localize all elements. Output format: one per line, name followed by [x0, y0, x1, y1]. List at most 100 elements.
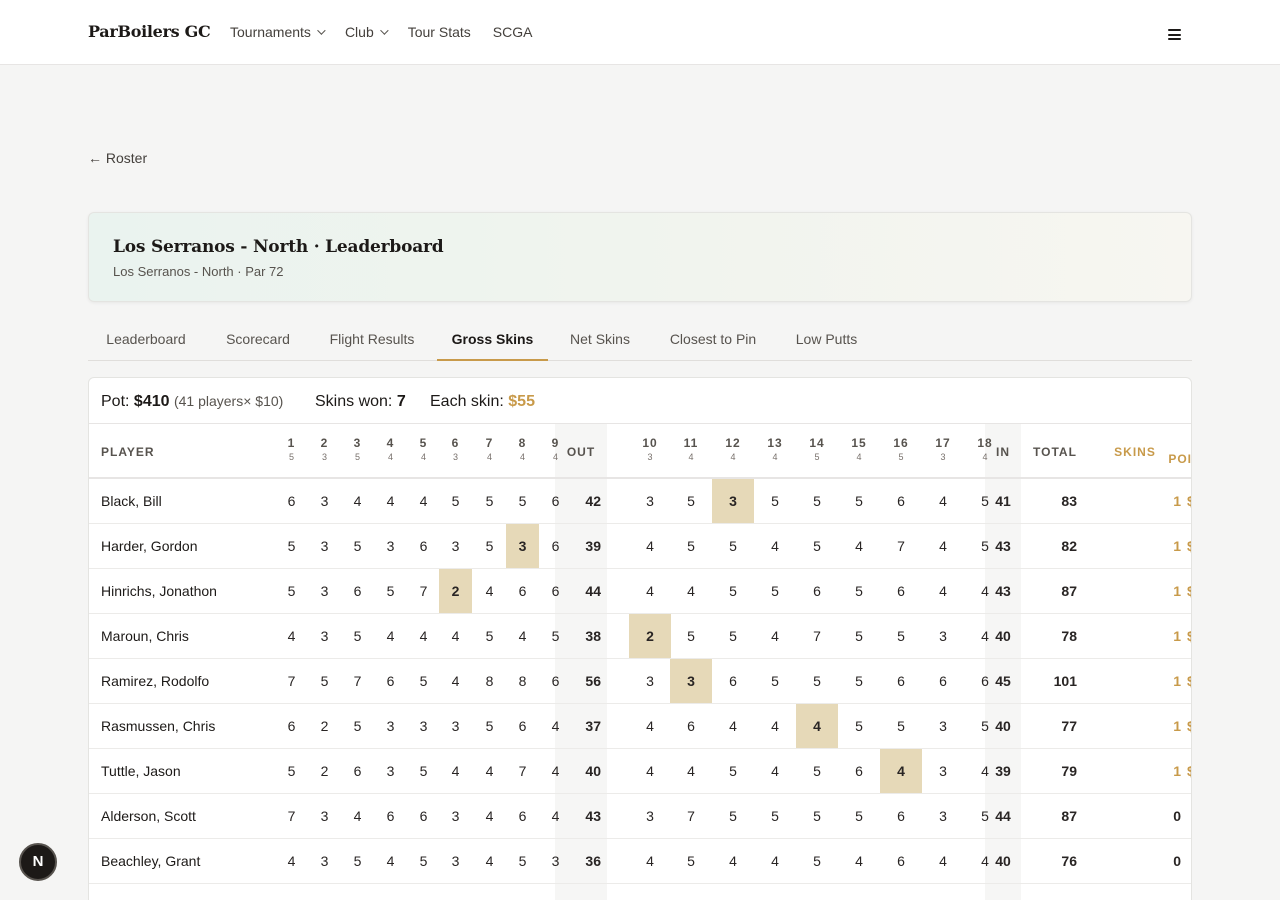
hole-par: 4	[387, 452, 393, 462]
score-cell: 7	[687, 808, 695, 824]
table-row[interactable]: Alderson, Scott 7 3 4 6 6 3 4 6 4 3 7 5 5 5 5 6 3 5 43 44 87 0	[89, 794, 1191, 839]
in-score: 40	[995, 628, 1011, 644]
tab-scorecard[interactable]: Scorecard	[224, 318, 292, 361]
score-cell: 4	[451, 673, 460, 689]
score-cell: 3	[320, 493, 329, 509]
hole-number: 3	[353, 436, 362, 450]
hole-number: 2	[320, 436, 329, 450]
hole-number: 14	[809, 436, 825, 450]
score-cell: 6	[518, 583, 527, 599]
in-score: 45	[995, 673, 1011, 689]
score-cell: 3	[386, 763, 395, 779]
skin-score-cell: 3	[712, 479, 754, 523]
player-name[interactable]: Alderson, Scott	[101, 794, 196, 838]
score-cell: 4	[771, 628, 779, 644]
score-cell: 7	[518, 763, 527, 779]
score-cell: 3	[646, 493, 654, 509]
score-cell: 3	[646, 808, 654, 824]
hole-header: 23	[308, 436, 341, 462]
out-score: 40	[585, 763, 601, 779]
table-row[interactable]: Hinrichs, Jonathon 5 3 6 5 7 2 4 6 6 4 4 5 5 6 5 6 4 4 44 43…	[89, 569, 1191, 614]
hole-par: 3	[321, 452, 327, 462]
score-cell: 6	[939, 673, 947, 689]
player-name[interactable]: Ramirez, Rodolfo	[101, 659, 209, 703]
table-row[interactable]: Black, Bill6344455563535556454241831$	[89, 479, 1191, 524]
points-value: $	[1187, 479, 1191, 523]
score-cell: 4	[855, 853, 863, 869]
skins-summary: Pot: $410 (41 players× $10) Skins won: 7…	[89, 378, 1191, 424]
back-to-roster-link[interactable]: ← Roster	[88, 150, 147, 166]
tab-gross-skins[interactable]: Gross Skins	[437, 318, 548, 361]
hamburger-menu-icon[interactable]	[1168, 29, 1181, 40]
score-cell: 4	[485, 763, 494, 779]
hole-number: 15	[851, 436, 867, 450]
player-name[interactable]: Tuttle, Jason	[101, 749, 181, 793]
nav-tournaments[interactable]: Tournaments	[230, 24, 326, 40]
tab-closest-to-pin[interactable]: Closest to Pin	[668, 318, 758, 361]
nav-club[interactable]: Club	[345, 24, 389, 40]
skins-count: 0	[1173, 853, 1181, 869]
score-cell: 3	[320, 538, 329, 554]
hole-header: 15 4	[838, 436, 880, 462]
hole-header: 35	[341, 436, 374, 462]
score-cell: 7	[897, 538, 905, 554]
points-value	[1187, 794, 1191, 838]
hole-par: 4	[688, 452, 694, 462]
score-cell: 5	[855, 808, 863, 824]
points-value: $	[1187, 704, 1191, 748]
score-cell: 4	[771, 538, 779, 554]
score-cell: 5	[855, 628, 863, 644]
score-cell: 5	[855, 673, 863, 689]
score-cell: 5	[813, 763, 821, 779]
hole-header: 16 5	[880, 436, 922, 462]
score-cell: 3	[939, 763, 947, 779]
hole-par: 5	[814, 452, 820, 462]
score-cell: 3	[386, 718, 395, 734]
score-cell: 6	[897, 808, 905, 824]
brand-logo-text[interactable]: ParBoilers GC	[88, 22, 211, 41]
score-cell: 5	[771, 673, 779, 689]
table-row[interactable]: Beachley, Grant 4 3 5 4 5 3 4 5 3 4 5 4 4 5 4 6 4 4 36 40 76 0	[89, 839, 1191, 884]
tab-flight-results[interactable]: Flight Results	[328, 318, 416, 361]
hole-par: 5	[898, 452, 904, 462]
dev-tools-badge[interactable]: N	[19, 843, 57, 881]
player-name[interactable]: Rasmussen, Chris	[101, 704, 215, 748]
score-cell: 4	[646, 718, 654, 734]
hole-header: 10 3	[629, 436, 671, 462]
menu-line	[1168, 38, 1181, 40]
score-cell: 4	[419, 628, 428, 644]
hole-number: 17	[935, 436, 951, 450]
score-cell: 6	[897, 583, 905, 599]
score-cell: 6	[353, 583, 362, 599]
nav-scga[interactable]: SCGA	[493, 24, 533, 40]
in-score: 40	[995, 718, 1011, 734]
table-row[interactable]: Tuttle, Jason5263544744454564344039791$	[89, 749, 1191, 794]
player-name[interactable]: Black, Bill	[101, 479, 162, 523]
score-cell: 6	[518, 808, 527, 824]
tab-low-putts[interactable]: Low Putts	[794, 318, 859, 361]
out-score: 36	[585, 853, 601, 869]
out-column-header: OUT	[566, 445, 596, 459]
tab-net-skins[interactable]: Net Skins	[568, 318, 632, 361]
table-row[interactable]: Harder, Gordon5353635364554547453943821$	[89, 524, 1191, 569]
score-cell: 4	[729, 853, 737, 869]
player-name[interactable]: Harder, Gordon	[101, 524, 198, 568]
score-cell: 5	[485, 628, 494, 644]
skin-score-cell: 4	[880, 749, 922, 793]
table-row[interactable]: Maroun, Chris4354445452554755343840781$	[89, 614, 1191, 659]
score-cell: 5	[687, 853, 695, 869]
score-cell: 4	[485, 583, 494, 599]
player-name[interactable]: Beachley, Grant	[101, 839, 200, 883]
table-row[interactable]: Rasmussen, Chris 6 2 5 3 3 3 5 6 4 4 6 4 4 4 5 5 3 5 37 40 77…	[89, 704, 1191, 749]
score-cell: 5	[771, 493, 779, 509]
tab-leaderboard[interactable]: Leaderboard	[104, 318, 188, 361]
score-cell: 5	[813, 673, 821, 689]
hole-number: 5	[419, 436, 428, 450]
score-cell: 3	[320, 583, 329, 599]
nav-tour-stats[interactable]: Tour Stats	[408, 24, 471, 40]
player-name[interactable]: Maroun, Chris	[101, 614, 189, 658]
score-cell: 5	[771, 808, 779, 824]
player-name[interactable]: Hinrichs, Jonathon	[101, 569, 217, 613]
score-cell: 5	[687, 538, 695, 554]
table-row[interactable]: Ramirez, Rodolfo 7 5 7 6 5 4 8 8 6 3 3 6 5 5 5 6 6 6 56 45 10…	[89, 659, 1191, 704]
